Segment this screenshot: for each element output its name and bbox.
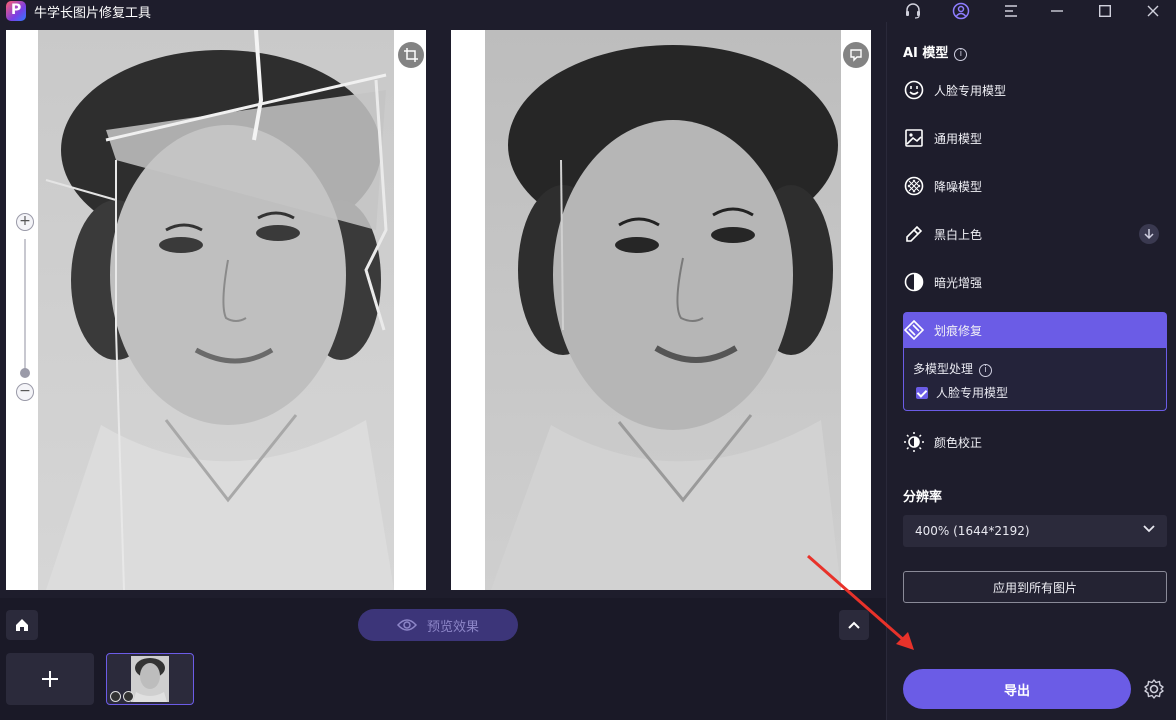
model-scratch[interactable]: 划痕修复 [903,312,1167,348]
denoise-icon [903,175,925,197]
model-denoise[interactable]: 降噪模型 [903,168,1167,204]
face-badge-icon [123,691,134,702]
canvas-area: + − [0,22,886,598]
model-label: 颜色校正 [934,435,983,450]
maximize-icon[interactable] [1090,0,1120,22]
model-color-correction[interactable]: 颜色校正 [903,424,1167,460]
export-button[interactable]: 导出 [903,669,1131,709]
thumbnail-badges [110,691,134,702]
model-label: 人脸专用模型 [934,83,1007,98]
ai-model-title: AI 模型 [903,46,949,61]
model-general[interactable]: 通用模型 [903,120,1167,156]
zoom-track[interactable] [24,239,26,369]
multi-model-title: 多模型处理 i [913,360,993,377]
chevron-down-icon [1143,525,1155,533]
info-icon[interactable]: i [954,48,968,61]
eye-icon [396,619,417,631]
restored-image [451,30,871,590]
account-icon[interactable] [946,0,976,22]
app-title: 牛学长图片修复工具 [34,6,152,21]
feedback-icon[interactable] [843,42,869,68]
image-icon [903,127,925,149]
model-lowlight[interactable]: 暗光增强 [903,264,1167,300]
face-icon [903,79,925,101]
settings-sidebar: AI 模型 i 人脸专用模型 通用模型 降噪模型 黑白上色 暗光增强 划痕修复 … [886,22,1176,720]
multi-model-option[interactable]: 人脸专用模型 [916,384,1008,401]
add-image-button[interactable] [6,653,94,705]
info-icon[interactable]: i [979,364,993,377]
model-label: 暗光增强 [934,275,983,290]
brightness-icon [903,431,925,453]
resolution-select[interactable]: 400% (1644*2192) [903,515,1167,547]
bottom-bar: 预览效果 [0,598,886,720]
ai-model-heading: AI 模型 i [903,42,968,61]
headset-icon[interactable] [898,0,928,22]
colorize-icon [903,223,925,245]
zoom-in-button[interactable]: + [16,213,34,231]
app-logo [6,1,26,21]
contrast-icon [903,271,925,293]
resolution-value: 400% (1644*2192) [915,524,1030,538]
thumbnail-photo [131,656,169,702]
title-bar: 牛学长图片修复工具 [0,0,1176,22]
model-colorize[interactable]: 黑白上色 [903,216,1167,252]
denoise-badge-icon [110,691,121,702]
apply-all-button[interactable]: 应用到所有图片 [903,571,1167,603]
checkbox[interactable] [916,386,928,399]
resolution-heading: 分辨率 [903,490,943,505]
home-button[interactable] [6,610,38,640]
multi-model-panel: 多模型处理 i 人脸专用模型 [903,348,1167,411]
model-label: 降噪模型 [934,179,983,194]
zoom-out-button[interactable]: − [16,383,34,401]
option-label: 人脸专用模型 [936,386,1009,400]
zoom-handle[interactable] [20,368,30,378]
preview-label: 预览效果 [426,619,479,635]
model-label: 划痕修复 [934,323,983,338]
settings-gear-icon[interactable] [1141,676,1167,702]
menu-icon[interactable] [996,0,1026,22]
close-icon[interactable] [1138,0,1168,22]
original-image: + − [6,30,426,590]
expand-button[interactable] [839,610,869,640]
minimize-icon[interactable] [1042,0,1072,22]
model-label: 通用模型 [934,131,983,146]
model-label: 黑白上色 [934,227,983,242]
zoom-slider[interactable]: + − [16,213,34,401]
crop-icon[interactable] [398,42,424,68]
home-icon [16,619,28,631]
model-face[interactable]: 人脸专用模型 [903,72,1167,108]
image-thumbnail[interactable] [106,653,194,705]
scratch-icon [903,319,925,341]
chevron-up-icon [848,621,860,629]
download-icon[interactable] [1139,224,1159,244]
preview-button[interactable]: 预览效果 [358,609,518,641]
plus-icon [42,671,58,687]
